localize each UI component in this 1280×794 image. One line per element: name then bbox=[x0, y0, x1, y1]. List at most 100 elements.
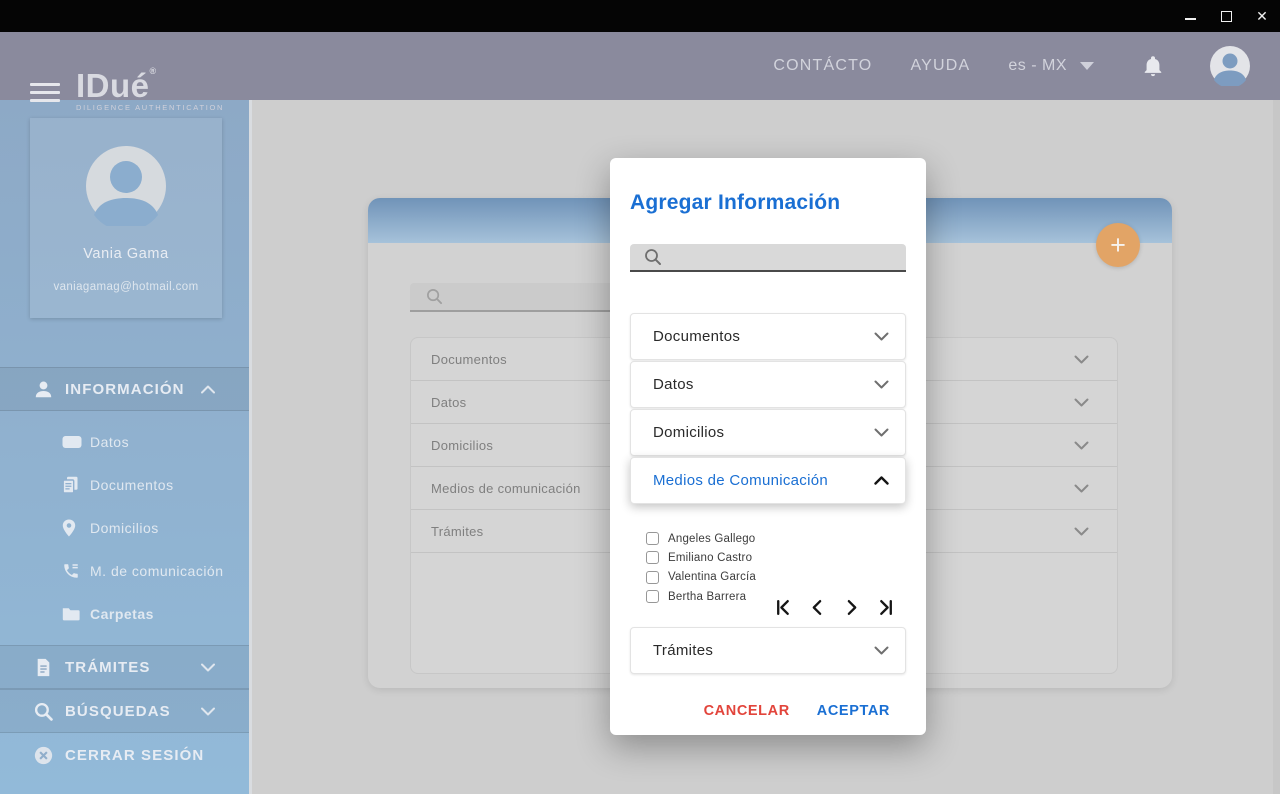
option-label: Valentina García bbox=[668, 571, 757, 584]
search-icon bbox=[34, 702, 53, 721]
accordion-datos[interactable]: Datos bbox=[630, 361, 906, 408]
chevron-down-icon bbox=[1074, 441, 1089, 450]
chevron-down-icon bbox=[874, 646, 889, 655]
menu-icon[interactable] bbox=[30, 83, 60, 107]
dialog-accordion-group: Documentos Datos Domicilios Medios de Co… bbox=[630, 313, 906, 505]
sidebar-item-label: Domicilios bbox=[90, 519, 159, 536]
option-label: Angeles Gallego bbox=[668, 532, 756, 545]
section-label: TRÁMITES bbox=[65, 658, 151, 676]
medios-options-list: Angeles Gallego Emiliano Castro Valentin… bbox=[646, 529, 756, 606]
scrollbar[interactable] bbox=[1273, 100, 1280, 794]
row-label: Domicilios bbox=[431, 437, 494, 453]
section-label: BÚSQUEDAS bbox=[65, 702, 171, 720]
accordion-documentos[interactable]: Documentos bbox=[630, 313, 906, 360]
dialog-search[interactable] bbox=[630, 244, 906, 272]
sidebar-item-datos[interactable]: Datos bbox=[0, 420, 249, 463]
avatar-icon bbox=[86, 146, 166, 231]
row-label: Medios de comunicación bbox=[431, 480, 581, 496]
chevron-down-icon bbox=[201, 707, 215, 716]
profile-card: Vania Gama vaniagamag@hotmail.com bbox=[30, 118, 222, 318]
close-circle-icon bbox=[34, 746, 53, 764]
app-header: IDué® DILIGENCE AUTHENTICATION CONTÁCTO … bbox=[0, 32, 1280, 112]
agregar-informacion-dialog: Agregar Información Documentos Datos Dom… bbox=[610, 158, 926, 735]
chevron-down-icon bbox=[1074, 398, 1089, 407]
dialog-title: Agregar Información bbox=[630, 191, 841, 214]
row-label: Trámites bbox=[431, 523, 484, 539]
close-icon: ✕ bbox=[1256, 8, 1268, 24]
close-button[interactable]: ✕ bbox=[1244, 0, 1280, 32]
locale-label: es - MX bbox=[1008, 57, 1067, 74]
accordion-tramites-wrap: Trámites bbox=[630, 627, 906, 675]
sidebar-section-informacion[interactable]: INFORMACIÓN bbox=[0, 367, 249, 411]
sidebar-item-comunicacion[interactable]: M. de comunicación bbox=[0, 549, 249, 592]
last-page-button[interactable] bbox=[876, 598, 895, 617]
chevron-down-icon bbox=[1074, 355, 1089, 364]
accept-button[interactable]: ACEPTAR bbox=[817, 703, 890, 719]
sidebar-section-busquedas[interactable]: BÚSQUEDAS bbox=[0, 689, 249, 733]
option-angeles-gallego[interactable]: Angeles Gallego bbox=[646, 529, 756, 548]
option-emiliano-castro[interactable]: Emiliano Castro bbox=[646, 548, 756, 567]
checkbox[interactable] bbox=[646, 590, 659, 604]
help-link[interactable]: AYUDA bbox=[910, 57, 970, 75]
dialog-actions: CANCELAR ACEPTAR bbox=[704, 703, 890, 719]
sidebar-item-label: Carpetas bbox=[90, 605, 154, 622]
sidebar-item-domicilios[interactable]: Domicilios bbox=[0, 506, 249, 549]
cancel-button[interactable]: CANCELAR bbox=[704, 703, 790, 719]
sidebar-logout[interactable]: CERRAR SESIÓN bbox=[0, 733, 249, 777]
last-page-icon bbox=[880, 600, 892, 615]
first-page-icon bbox=[777, 600, 789, 615]
maximize-icon bbox=[1220, 10, 1232, 22]
options-pagination bbox=[774, 598, 895, 617]
dialog-search-input[interactable] bbox=[662, 244, 906, 270]
avatar-icon bbox=[1210, 46, 1250, 88]
add-button[interactable]: + bbox=[1096, 223, 1140, 267]
phone-icon bbox=[62, 562, 84, 580]
first-page-button[interactable] bbox=[774, 598, 793, 617]
chevron-down-icon bbox=[201, 663, 215, 672]
sidebar: Vania Gama vaniagamag@hotmail.com INFORM… bbox=[0, 100, 252, 794]
sidebar-item-label: Documentos bbox=[90, 476, 174, 493]
maximize-button[interactable] bbox=[1208, 0, 1244, 32]
user-email: vaniagamag@hotmail.com bbox=[53, 281, 199, 293]
next-page-button[interactable] bbox=[842, 598, 861, 617]
checkbox[interactable] bbox=[646, 570, 659, 584]
accordion-medios-comunicacion[interactable]: Medios de Comunicación bbox=[630, 457, 906, 504]
checkbox[interactable] bbox=[646, 532, 659, 546]
sidebar-section-tramites[interactable]: TRÁMITES bbox=[0, 645, 249, 689]
documents-icon bbox=[62, 476, 84, 494]
sidebar-subnav: Datos Documentos Domicilios M. de comuni… bbox=[0, 420, 249, 635]
profile-avatar bbox=[86, 146, 166, 231]
option-bertha-barrera[interactable]: Bertha Barrera bbox=[646, 587, 756, 606]
chevron-down-icon bbox=[1074, 527, 1089, 536]
accordion-domicilios[interactable]: Domicilios bbox=[630, 409, 906, 456]
previous-page-button[interactable] bbox=[808, 598, 827, 617]
chevron-up-icon bbox=[201, 385, 215, 394]
header-actions: CONTÁCTO AYUDA es - MX bbox=[773, 32, 1250, 100]
sidebar-item-documentos[interactable]: Documentos bbox=[0, 463, 249, 506]
option-label: Emiliano Castro bbox=[668, 551, 753, 564]
user-name: Vania Gama bbox=[83, 246, 169, 262]
accordion-label: Domicilios bbox=[653, 424, 725, 441]
search-icon bbox=[427, 289, 443, 305]
chevron-down-icon bbox=[1080, 62, 1094, 70]
sidebar-item-label: Datos bbox=[90, 433, 130, 450]
accordion-label: Datos bbox=[653, 376, 694, 393]
option-valentina-garcia[interactable]: Valentina García bbox=[646, 568, 756, 587]
brand-logo: IDué® DILIGENCE AUTHENTICATION bbox=[76, 67, 224, 113]
accordion-tramites[interactable]: Trámites bbox=[630, 627, 906, 674]
sidebar-item-carpetas[interactable]: Carpetas bbox=[0, 592, 249, 635]
accordion-label: Medios de Comunicación bbox=[653, 472, 829, 489]
checkbox[interactable] bbox=[646, 551, 659, 565]
contact-link[interactable]: CONTÁCTO bbox=[773, 57, 872, 75]
card-icon bbox=[62, 433, 84, 451]
minimize-icon bbox=[1184, 18, 1196, 20]
minimize-button[interactable] bbox=[1172, 0, 1208, 32]
brand-text: IDué bbox=[76, 67, 150, 104]
notifications-button[interactable] bbox=[1142, 54, 1164, 78]
locale-selector[interactable]: es - MX bbox=[1008, 57, 1094, 75]
chevron-down-icon bbox=[874, 332, 889, 341]
folder-icon bbox=[62, 605, 84, 623]
chevron-left-icon bbox=[812, 600, 822, 615]
user-avatar[interactable] bbox=[1210, 46, 1250, 88]
plus-icon: + bbox=[1110, 229, 1126, 260]
